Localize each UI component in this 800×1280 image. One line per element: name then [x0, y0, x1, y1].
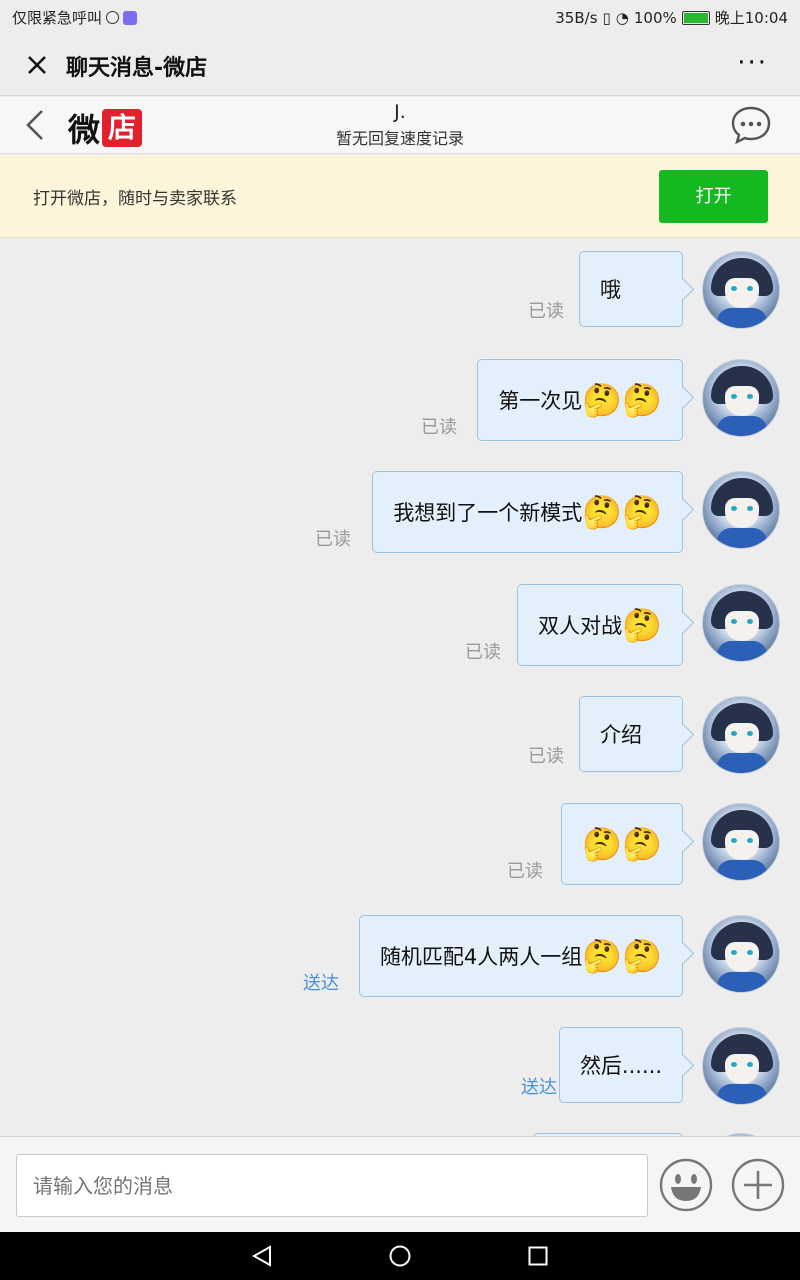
nav-home-icon[interactable] [388, 1244, 412, 1268]
message-bubble[interactable]: 介绍 [579, 696, 683, 772]
message-text: 哦 [600, 278, 621, 302]
shop-header: 微 店 J. 暂无回复速度记录 [0, 97, 800, 154]
message-bubble[interactable]: 第一次见 🤔🤔 [477, 359, 683, 441]
read-status: 已读 [315, 529, 351, 550]
delivered-status: 送达 [303, 973, 339, 994]
message-input-bar [0, 1136, 800, 1232]
message-bubble[interactable]: 🤔🤔 [561, 803, 683, 885]
alarm-icon [106, 11, 120, 24]
thinking-emoji-icon: 🤔🤔 [582, 493, 662, 531]
app-notification-icon [123, 10, 138, 25]
message-text: 然后...... [579, 1054, 662, 1078]
avatar[interactable] [702, 471, 780, 549]
avatar[interactable] [702, 696, 780, 774]
close-icon[interactable] [22, 50, 52, 80]
page-title: 聊天消息-微店 [66, 56, 208, 81]
avatar[interactable] [702, 359, 780, 437]
status-bar: 仅限紧急呼叫 35B/s ▯ ◔ 100% 晚上10:04 [0, 0, 800, 34]
message-bubble[interactable]: 随机匹配4人两人一组 🤔🤔 [358, 915, 683, 997]
delivered-status: 送达 [521, 1077, 557, 1098]
battery-percent: 100% [633, 8, 677, 27]
more-options-icon[interactable]: ··· [737, 50, 768, 76]
message-text: 第一次见 [498, 389, 583, 413]
clock: 晚上10:04 [714, 9, 788, 27]
vibrate-icon: ▯ [602, 8, 611, 27]
read-status: 已读 [507, 861, 543, 882]
wifi-icon: ◔ [615, 8, 629, 27]
reply-speed-text: 暂无回复速度记录 [335, 129, 464, 148]
nav-back-icon[interactable] [250, 1244, 274, 1268]
read-status: 已读 [465, 642, 501, 663]
message-text: 介绍 [600, 723, 642, 747]
thinking-emoji-icon: 🤔 [622, 606, 662, 644]
network-speed: 35B/s [555, 8, 598, 27]
open-app-banner: 打开微店，随时与卖家联系 打开 [0, 155, 800, 238]
message-bubble[interactable]: 然后...... [558, 1027, 683, 1103]
read-status: 已读 [528, 301, 564, 322]
message-bubble[interactable]: 我想到了一个新模式 🤔🤔 [372, 471, 683, 553]
thinking-emoji-icon: 🤔🤔 [582, 825, 662, 863]
message-bubble[interactable]: 哦 [579, 251, 683, 327]
message-text: 我想到了一个新模式 [393, 501, 583, 525]
avatar[interactable] [702, 584, 780, 662]
emoji-icon[interactable] [658, 1157, 714, 1213]
message-bubble[interactable]: 双人对战 🤔 [517, 584, 683, 666]
thinking-emoji-icon: 🤔🤔 [582, 381, 662, 419]
avatar[interactable] [702, 915, 780, 993]
add-icon[interactable] [730, 1157, 786, 1213]
contact-name: J. [394, 101, 406, 123]
message-input[interactable] [16, 1154, 648, 1217]
carrier-text: 仅限紧急呼叫 [12, 9, 103, 27]
chat-area[interactable]: 哦 已读 第一次见 🤔🤔 已读 我想到了一个新模式 🤔🤔 已读 双人对战 🤔 已… [0, 239, 800, 1136]
read-status: 已读 [421, 417, 457, 438]
battery-icon [681, 10, 710, 25]
contact-info: J. 暂无回复速度记录 [0, 101, 800, 149]
read-status: 已读 [528, 746, 564, 767]
avatar[interactable] [702, 803, 780, 881]
banner-text: 打开微店，随时与卖家联系 [33, 189, 237, 209]
system-nav-bar [0, 1232, 800, 1280]
avatar[interactable] [702, 1027, 780, 1105]
nav-recents-icon[interactable] [526, 1244, 550, 1268]
avatar[interactable] [702, 251, 780, 329]
thinking-emoji-icon: 🤔🤔 [582, 937, 662, 975]
chat-bubble-icon[interactable] [730, 105, 772, 145]
message-text: 双人对战 [538, 614, 623, 638]
message-text: 随机匹配4人两人一组 [379, 945, 583, 969]
open-app-button[interactable]: 打开 [659, 170, 768, 223]
title-bar: 聊天消息-微店 ··· [0, 34, 800, 96]
